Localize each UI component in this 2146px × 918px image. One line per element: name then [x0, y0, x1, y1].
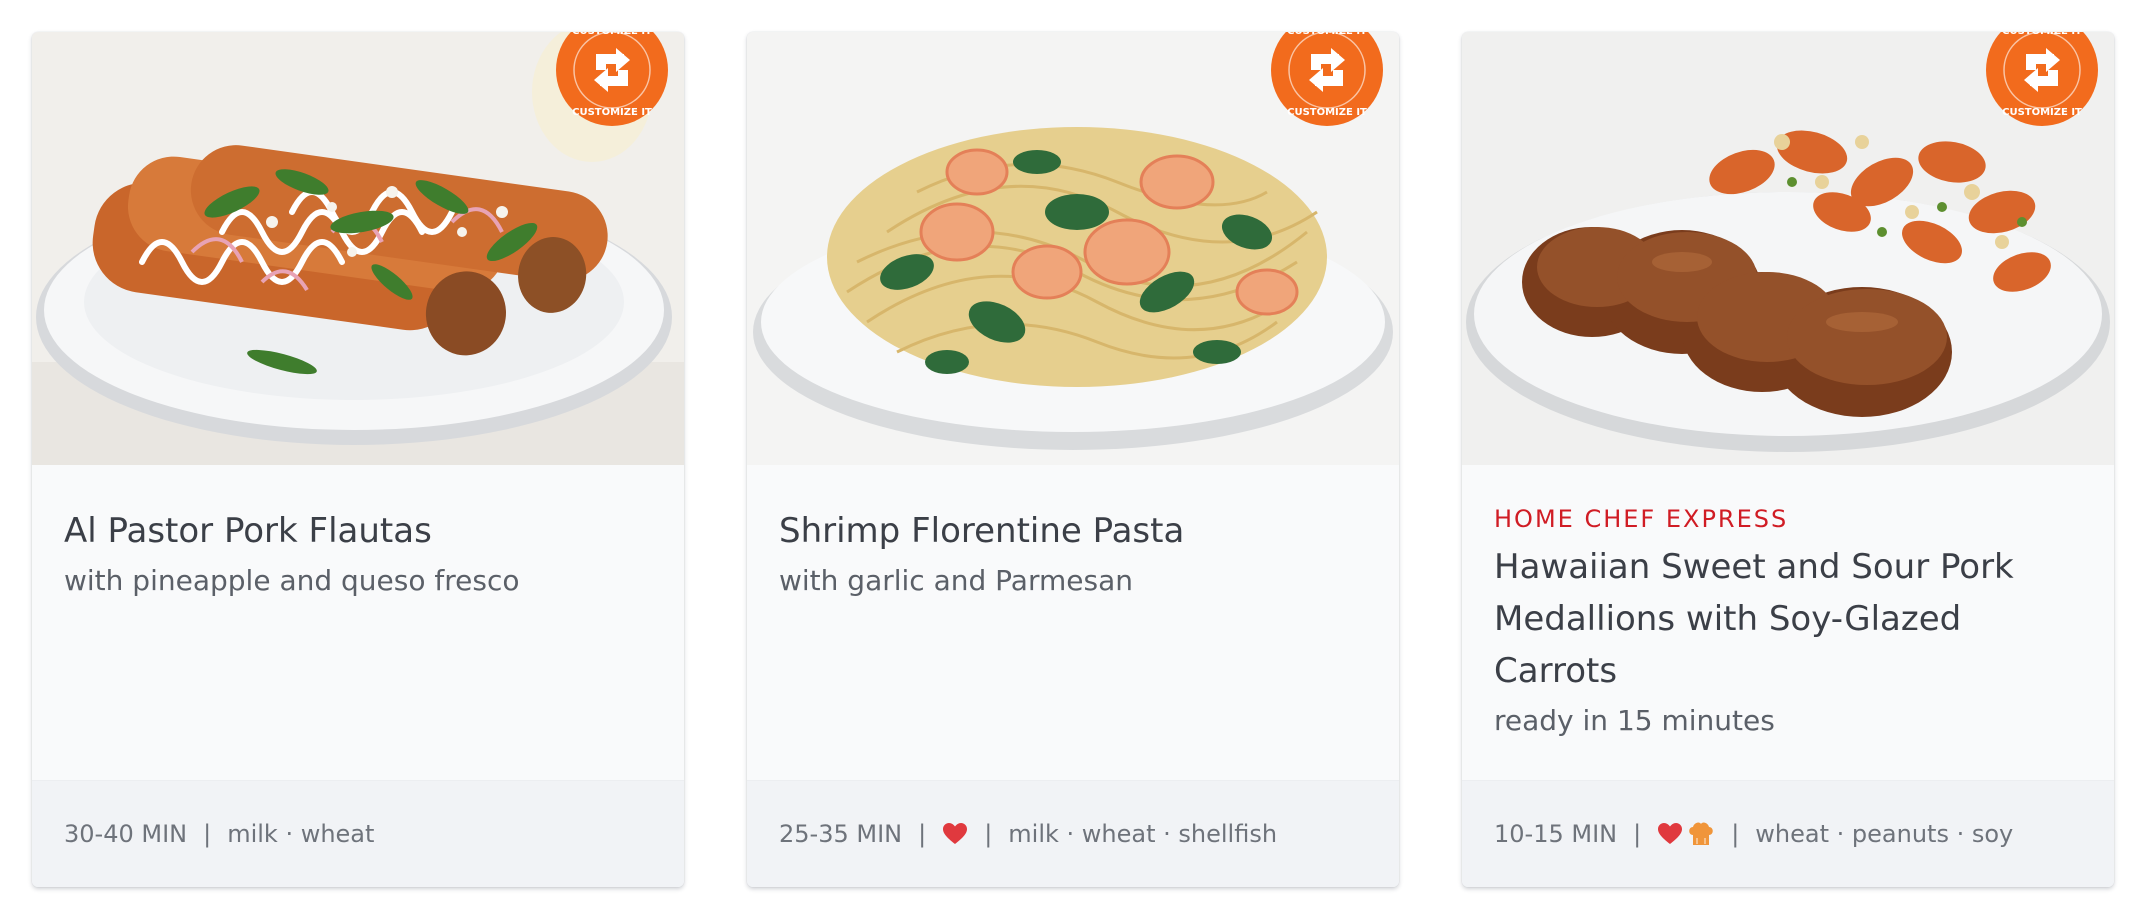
recipe-title[interactable]: Shrimp Florentine Pasta — [779, 505, 1371, 557]
allergens: milk · wheat — [227, 820, 375, 848]
recipe-tags — [1657, 821, 1715, 847]
recipe-subtitle: with garlic and Parmesan — [779, 564, 1133, 597]
recipe-subtitle: with pineapple and queso fresco — [64, 564, 520, 597]
separator: | — [203, 820, 212, 848]
svg-text:CUSTOMIZE IT: CUSTOMIZE IT — [2002, 107, 2082, 118]
heart-icon — [1658, 823, 1683, 844]
recipe-subtitle: ready in 15 minutes — [1494, 704, 1775, 737]
customize-it-badge: CUSTOMIZE IT CUSTOMIZE IT — [1986, 32, 2098, 126]
recipe-card-hawaiian-pork[interactable]: CUSTOMIZE IT CUSTOMIZE IT HOME CHEF EXPR… — [1462, 32, 2114, 887]
allergens: wheat · peanuts · soy — [1755, 820, 2014, 848]
card-footer: 30-40 MIN | milk · wheat — [32, 780, 684, 887]
cook-time: 30-40 MIN — [64, 820, 188, 848]
card-content: Shrimp Florentine Pasta with garlic and … — [779, 465, 1371, 601]
allergens: milk · wheat · shellfish — [1008, 820, 1278, 848]
separator: | — [984, 820, 993, 848]
card-footer: 25-35 MIN | | milk · wheat · shellfish — [747, 780, 1399, 887]
recipe-card-al-pastor[interactable]: CUSTOMIZE IT CUSTOMIZE IT Al Pastor Pork… — [32, 32, 684, 887]
separator: | — [1633, 820, 1642, 848]
svg-text:CUSTOMIZE IT: CUSTOMIZE IT — [1287, 32, 1367, 37]
card-content: Al Pastor Pork Flautas with pineapple an… — [64, 465, 656, 601]
recipe-tags — [942, 822, 968, 846]
cook-time: 10-15 MIN — [1494, 820, 1618, 848]
customize-it-badge: CUSTOMIZE IT CUSTOMIZE IT — [556, 32, 668, 126]
cook-time: 25-35 MIN — [779, 820, 903, 848]
customize-it-badge: CUSTOMIZE IT CUSTOMIZE IT — [1271, 32, 1383, 126]
separator: | — [1731, 820, 1740, 848]
recipe-eyebrow: HOME CHEF EXPRESS — [1494, 505, 1789, 533]
heart-icon — [943, 823, 968, 844]
separator: | — [918, 820, 927, 848]
card-footer: 10-15 MIN | | wheat · peanuts · soy — [1462, 780, 2114, 887]
svg-text:CUSTOMIZE IT: CUSTOMIZE IT — [572, 107, 652, 118]
card-content: HOME CHEF EXPRESS Hawaiian Sweet and Sou… — [1494, 465, 2086, 741]
recipe-card-shrimp-florentine[interactable]: CUSTOMIZE IT CUSTOMIZE IT Shrimp Florent… — [747, 32, 1399, 887]
svg-text:CUSTOMIZE IT: CUSTOMIZE IT — [572, 32, 652, 37]
recipe-title[interactable]: Hawaiian Sweet and Sour Pork Medallions … — [1494, 541, 2086, 697]
chef-toque-icon — [1689, 822, 1713, 845]
recipe-title[interactable]: Al Pastor Pork Flautas — [64, 505, 656, 557]
svg-text:CUSTOMIZE IT: CUSTOMIZE IT — [1287, 107, 1367, 118]
svg-text:CUSTOMIZE IT: CUSTOMIZE IT — [2002, 32, 2082, 37]
